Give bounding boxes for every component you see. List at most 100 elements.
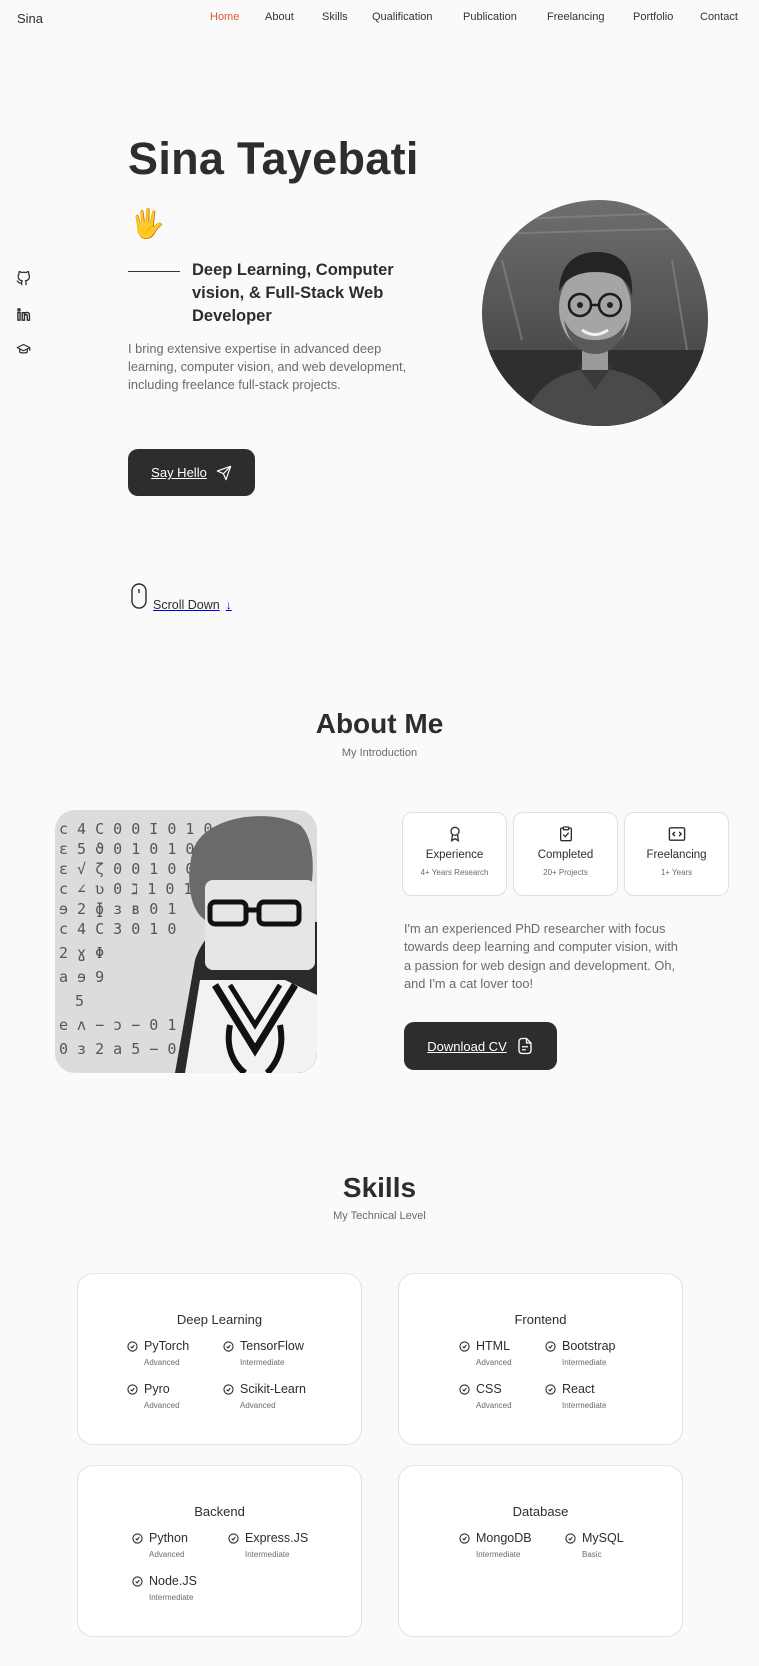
nav-home[interactable]: Home <box>210 11 239 23</box>
skill-name: CSS <box>476 1382 502 1396</box>
skill-level: Intermediate <box>562 1358 607 1367</box>
about-subtitle: My Introduction <box>341 747 418 759</box>
skill-name: React <box>562 1382 595 1396</box>
skill-card-database: Database MongoDB Intermediate MySQL Basi… <box>398 1465 683 1637</box>
skills-title: Skills <box>342 1172 417 1203</box>
skill-card-frontend: Frontend HTML Advanced Bootstrap Interme… <box>398 1273 683 1445</box>
clipboard-check-icon <box>559 826 572 842</box>
svg-text:c 4 C 3 0 1 0: c 4 C 3 0 1 0 <box>59 920 176 938</box>
skill-card-title: Frontend <box>514 1312 567 1327</box>
download-cv-button[interactable]: Download CV <box>404 1022 557 1070</box>
site-header: Sina Home About Skills Qualification Pub… <box>0 0 759 38</box>
skill-level: Intermediate <box>562 1401 607 1410</box>
skill-card-backend: Backend Python Advanced Express.JS Inter… <box>77 1465 362 1637</box>
about-description: I'm an experienced PhD researcher with f… <box>404 921 678 992</box>
freelancing-box: Freelancing 1+ Years <box>624 812 729 896</box>
check-circle-icon <box>132 1576 143 1587</box>
svg-text:c 4 C 0 0 I 0 1 0: c 4 C 0 0 I 0 1 0 <box>59 820 213 838</box>
check-circle-icon <box>545 1384 556 1395</box>
svg-text:5: 5 <box>75 992 84 1010</box>
check-circle-icon <box>228 1533 239 1544</box>
profile-photo <box>482 200 708 426</box>
nav-contact[interactable]: Contact <box>700 11 738 23</box>
about-title: About Me <box>315 708 444 739</box>
skill-level: Intermediate <box>476 1550 521 1559</box>
skill-name: HTML <box>476 1339 511 1353</box>
about-image: c 4 C 0 0 I 0 1 0 ε 5 ϑ 0 1 0 1 0 ɛ √ ζ … <box>55 810 317 1073</box>
scroll-down-label: Scroll Down <box>153 598 220 612</box>
scroll-down-link[interactable]: Scroll Down ↓ <box>131 580 232 612</box>
skill-name: TensorFlow <box>240 1339 304 1353</box>
skill-level: Advanced <box>476 1401 512 1410</box>
skill-level: Advanced <box>144 1358 180 1367</box>
hero-description: I bring extensive expertise in advanced … <box>128 341 407 392</box>
check-circle-icon <box>459 1341 470 1352</box>
skill-level: Advanced <box>149 1550 185 1559</box>
svg-text:2 ɣ Φ: 2 ɣ Φ <box>59 944 104 962</box>
nav-skills[interactable]: Skills <box>322 11 348 23</box>
skill-level: Intermediate <box>240 1358 285 1367</box>
nav-freelancing[interactable]: Freelancing <box>547 11 604 23</box>
skill-card-deep-learning: Deep Learning PyTorch Advanced TensorFlo… <box>77 1273 362 1445</box>
skill-name: Scikit-Learn <box>240 1382 306 1396</box>
skill-name: Express.JS <box>245 1531 309 1545</box>
skill-level: Intermediate <box>149 1593 194 1602</box>
completed-value: 20+ Projects <box>543 868 588 877</box>
arrow-down-icon: ↓ <box>225 598 232 612</box>
skills-subtitle: My Technical Level <box>333 1210 426 1222</box>
skill-level: Advanced <box>240 1401 276 1410</box>
nav-publication[interactable]: Publication <box>463 11 517 23</box>
check-circle-icon <box>223 1384 234 1395</box>
svg-text:0 ɜ 2 a 5 − 0: 0 ɜ 2 a 5 − 0 <box>59 1040 176 1058</box>
code-icon <box>668 827 685 841</box>
experience-title: Experience <box>425 849 484 861</box>
completed-box: Completed 20+ Projects <box>513 812 618 896</box>
check-circle-icon <box>127 1341 138 1352</box>
svg-text:ɛ √ ζ 0 0 1 0 0: ɛ √ ζ 0 0 1 0 0 <box>59 860 194 878</box>
skill-name: Bootstrap <box>562 1339 616 1353</box>
nav-portfolio[interactable]: Portfolio <box>633 11 673 23</box>
download-cv-label: Download CV <box>427 1038 507 1054</box>
skill-level: Advanced <box>476 1358 512 1367</box>
svg-text:ε 5 ϑ 0 1 0 1 0: ε 5 ϑ 0 1 0 1 0 <box>59 840 194 858</box>
mouse-icon <box>131 583 147 609</box>
freelancing-title: Freelancing <box>646 849 707 861</box>
experience-box: Experience 4+ Years Research <box>402 812 507 896</box>
main-nav: Home About Skills Qualification Publicat… <box>0 11 759 29</box>
say-hello-button[interactable]: Say Hello <box>128 449 255 496</box>
skill-card-title: Deep Learning <box>176 1312 263 1327</box>
skill-name: PyTorch <box>144 1339 190 1353</box>
hero-subtitle: Deep Learning, Computer vision, & Full-S… <box>192 261 394 325</box>
send-icon <box>216 465 232 480</box>
skill-card-title: Database <box>512 1504 569 1519</box>
check-circle-icon <box>459 1533 470 1544</box>
check-circle-icon <box>459 1384 470 1395</box>
skill-level: Intermediate <box>245 1550 290 1559</box>
experience-value: 4+ Years Research <box>420 868 489 877</box>
skill-level: Advanced <box>144 1401 180 1410</box>
check-circle-icon <box>565 1533 576 1544</box>
github-icon[interactable] <box>16 271 31 286</box>
award-icon <box>449 826 460 842</box>
hero-title: Sina Tayebati <box>128 133 419 184</box>
waving-hand-icon: 🖐 <box>130 208 165 239</box>
graduation-cap-icon[interactable] <box>16 342 31 357</box>
completed-title: Completed <box>537 849 594 861</box>
nav-qualification[interactable]: Qualification <box>372 11 433 23</box>
skill-name: MySQL <box>582 1531 624 1545</box>
svg-text:ɘ 2 ɸ ɜ ʙ 0 1: ɘ 2 ɸ ɜ ʙ 0 1 <box>59 900 176 918</box>
skill-name: Pyro <box>144 1382 170 1396</box>
check-circle-icon <box>223 1341 234 1352</box>
subtitle-divider <box>128 271 180 272</box>
nav-about[interactable]: About <box>265 11 294 23</box>
svg-text:a ɘ 9: a ɘ 9 <box>59 968 104 986</box>
say-hello-label: Say Hello <box>151 465 207 480</box>
skill-name: Python <box>149 1531 188 1545</box>
freelancing-value: 1+ Years <box>660 868 693 877</box>
skill-card-title: Backend <box>194 1504 245 1519</box>
linkedin-icon[interactable] <box>16 307 31 322</box>
document-icon <box>518 1037 532 1055</box>
skill-name: MongoDB <box>476 1531 532 1545</box>
skill-level: Basic <box>582 1550 602 1559</box>
check-circle-icon <box>545 1341 556 1352</box>
